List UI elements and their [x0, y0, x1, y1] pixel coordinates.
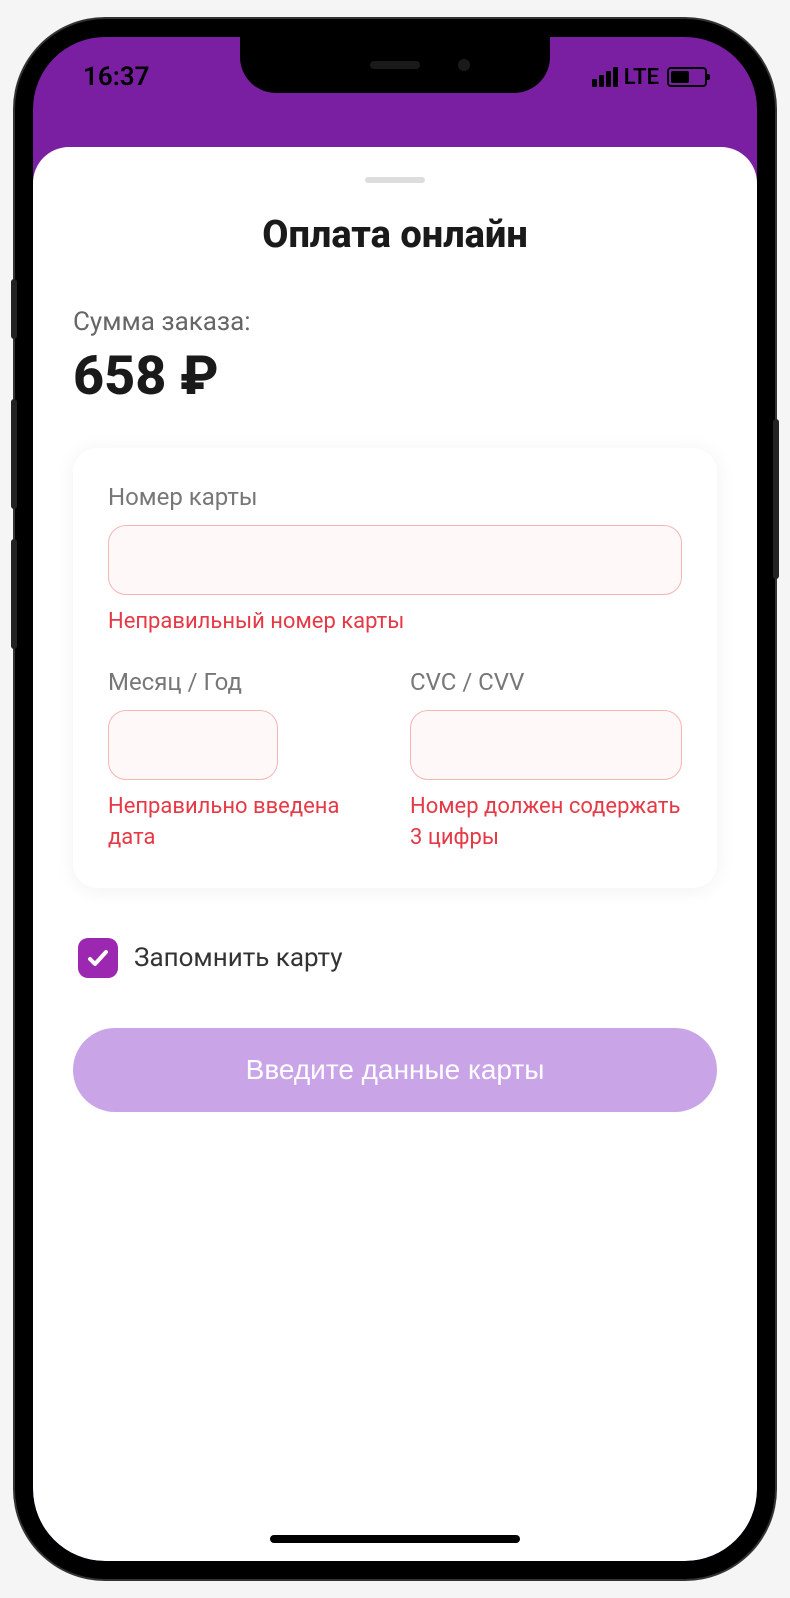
cvc-field-group: CVC / CVV Номер должен содержать 3 цифры [410, 668, 682, 854]
expiry-field-group: Месяц / Год Неправильно введена дата [108, 668, 380, 854]
submit-button[interactable]: Введите данные карты [73, 1028, 717, 1112]
battery-icon [667, 67, 707, 87]
card-form: Номер карты Неправильный номер карты Мес… [73, 448, 717, 888]
expiry-error: Неправильно введена дата [108, 792, 380, 854]
phone-frame: 16:37 LTE Оплата онлайн Сумма заказа: 6 [15, 19, 775, 1579]
card-number-error: Неправильный номер карты [108, 607, 682, 638]
notch [240, 37, 550, 93]
content-area: Сумма заказа: 658 ₽ Номер карты Неправил… [33, 307, 757, 1112]
order-total-label: Сумма заказа: [73, 307, 717, 337]
cvc-label: CVC / CVV [410, 668, 682, 696]
network-label: LTE [624, 65, 659, 90]
status-time: 16:37 [83, 62, 150, 92]
status-right: LTE [592, 65, 707, 90]
page-title: Оплата онлайн [33, 213, 757, 257]
order-total-amount: 658 ₽ [73, 345, 717, 408]
card-number-input[interactable] [108, 525, 682, 595]
card-number-label: Номер карты [108, 483, 682, 511]
phone-screen: 16:37 LTE Оплата онлайн Сумма заказа: 6 [33, 37, 757, 1561]
remember-card-row: Запомнить карту [73, 938, 717, 978]
expiry-cvc-row: Месяц / Год Неправильно введена дата CVC… [108, 668, 682, 854]
expiry-label: Месяц / Год [108, 668, 380, 696]
cvc-input[interactable] [410, 710, 682, 780]
remember-card-label: Запомнить карту [134, 943, 343, 973]
remember-card-checkbox[interactable] [78, 938, 118, 978]
home-indicator[interactable] [270, 1535, 520, 1543]
sheet-handle[interactable] [365, 177, 425, 183]
signal-icon [592, 67, 618, 87]
payment-sheet: Оплата онлайн Сумма заказа: 658 ₽ Номер … [33, 147, 757, 1561]
checkmark-icon [86, 946, 110, 970]
card-number-field-group: Номер карты Неправильный номер карты [108, 483, 682, 638]
cvc-error: Номер должен содержать 3 цифры [410, 792, 682, 854]
expiry-input[interactable] [108, 710, 278, 780]
